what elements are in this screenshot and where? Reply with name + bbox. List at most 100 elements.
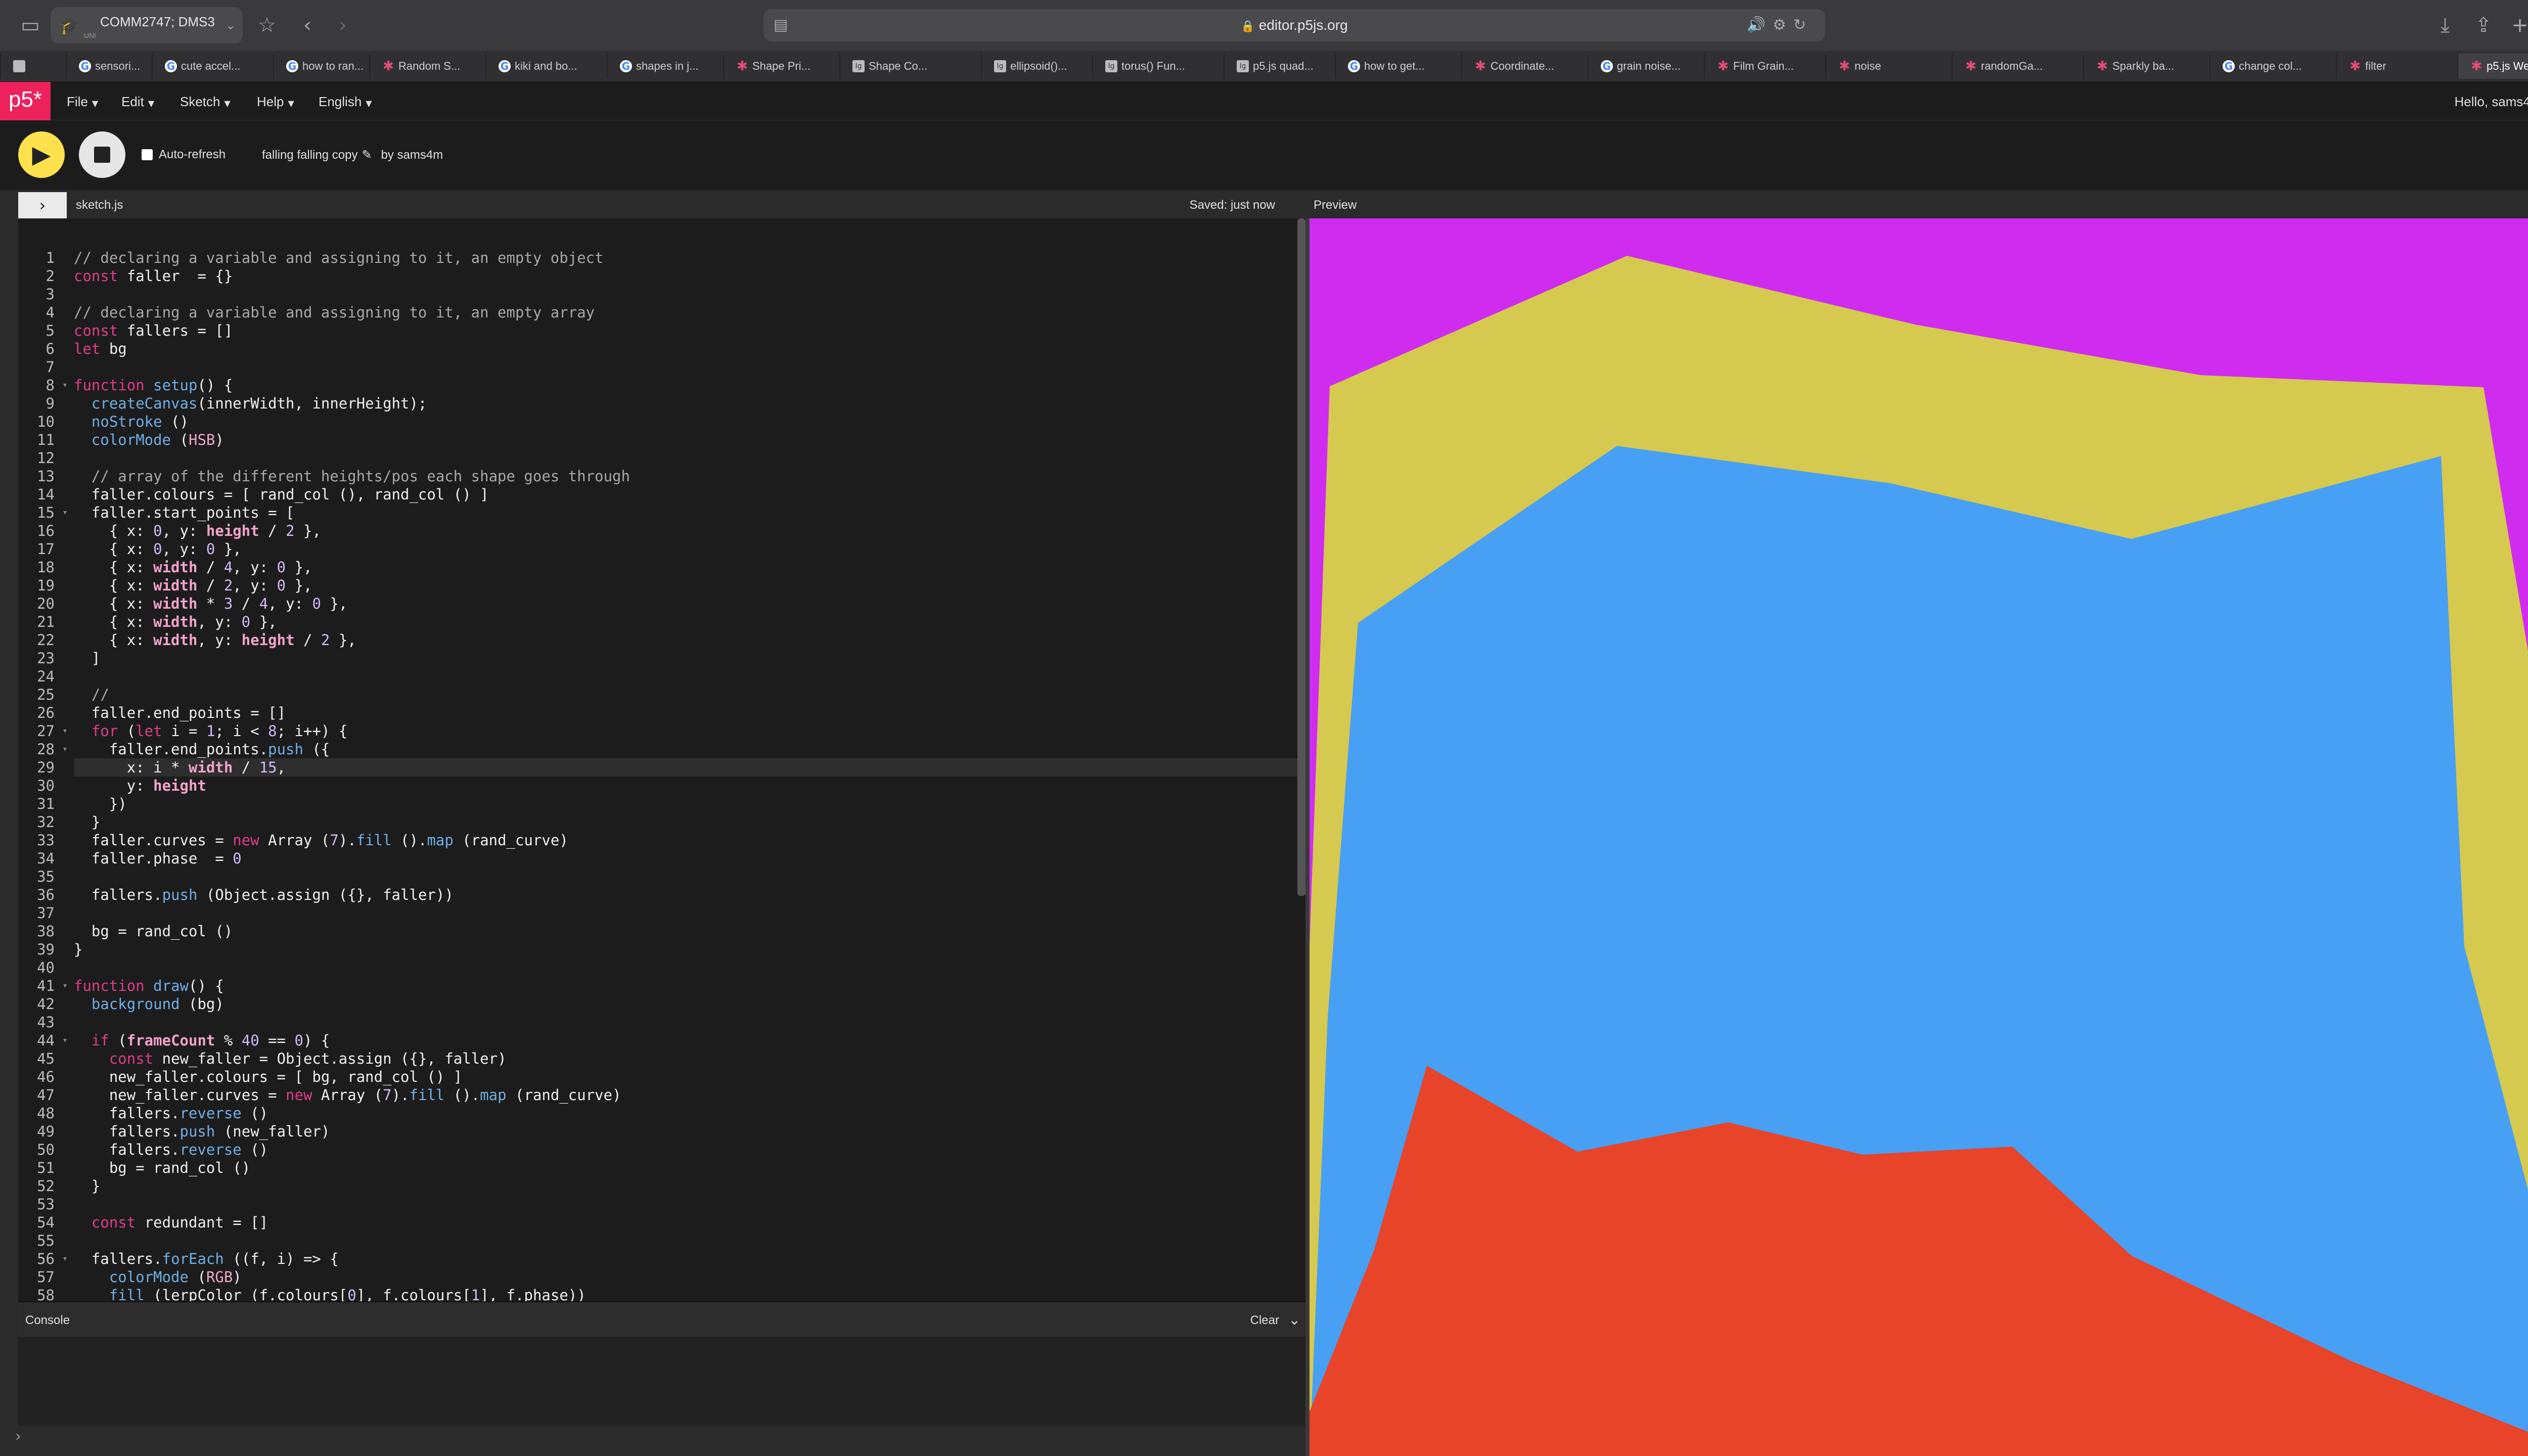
fold-arrow-icon[interactable]: ▾ [62,740,68,758]
browser-tab[interactable]: ✱ filter [2336,54,2457,79]
star-icon[interactable]: ☆ [255,13,279,37]
code-line[interactable]: bg = rand_col () [74,1159,1297,1177]
fold-arrow-icon[interactable]: ▾ [62,1250,68,1268]
code-line[interactable]: fallers.reverse () [74,1141,1297,1159]
code-line[interactable]: } [74,940,1297,959]
code-line[interactable]: noStroke () [74,413,1297,431]
browser-tab[interactable]: ✱ randomGa... [1952,54,2083,79]
code-line[interactable]: new_faller.curves = new Array (7).fill (… [74,1086,1297,1104]
chevron-down-icon[interactable]: ⌄ [1289,1311,1300,1328]
user-menu[interactable]: Hello, sams4m!▼ [2455,94,2528,110]
code-line[interactable]: const redundant = [] [74,1213,1297,1232]
code-line[interactable] [74,1232,1297,1250]
menu-edit[interactable]: Edit ▼ [121,94,154,110]
code-line[interactable]: const fallers = [] [74,322,1297,340]
code-line[interactable]: const faller = {} [74,267,1297,285]
code-line[interactable]: fill (lerpColor (f.colours[0], f.colours… [74,1286,1297,1301]
pencil-icon[interactable]: ✎ [362,148,372,162]
code-line[interactable]: { x: width / 2, y: 0 }, [74,576,1297,595]
code-line[interactable]: if (frameCount % 40 == 0) { [74,1031,1297,1050]
code-line[interactable]: }) [74,795,1297,813]
fold-arrow-icon[interactable]: ▾ [62,376,68,394]
code-line[interactable]: fallers.reverse () [74,1104,1297,1122]
code-line[interactable]: { x: width, y: 0 }, [74,613,1297,631]
code-line[interactable]: faller.curves = new Array (7).fill ().ma… [74,831,1297,849]
expand-sidebar-button[interactable]: › [18,192,67,218]
fold-arrow-icon[interactable]: ▾ [62,1031,68,1050]
menu-help[interactable]: Help ▼ [257,94,294,110]
code-line[interactable]: faller.colours = [ rand_col (), rand_col… [74,485,1297,504]
code-line[interactable] [74,904,1297,922]
code-line[interactable]: } [74,813,1297,831]
code-line[interactable]: faller.end_points.push ({ [74,740,1297,758]
p5-logo[interactable]: p5* [0,82,51,120]
menu-sketch[interactable]: Sketch ▼ [180,94,231,110]
browser-tab[interactable]: Gshapes in j... [607,54,723,79]
file-tab-name[interactable]: sketch.js [76,198,123,212]
code-line[interactable]: bg = rand_col () [74,922,1297,940]
code-line[interactable]: { x: 0, y: 0 }, [74,540,1297,558]
code-line[interactable] [74,1013,1297,1031]
sketch-title[interactable]: falling falling copy ✎ by sams4m [262,148,443,162]
play-button[interactable]: ▶ [18,131,65,178]
stop-button[interactable] [79,131,125,178]
code-line[interactable] [74,868,1297,886]
menu-language[interactable]: English ▼ [319,94,372,110]
code-line[interactable]: const new_faller = Object.assign ({}, fa… [74,1050,1297,1068]
translate-icon[interactable]: ⚙ [1773,16,1793,34]
code-line[interactable]: background (bg) [74,995,1297,1013]
browser-tab[interactable]: Ig ellipsoid()... [981,54,1092,79]
browser-tab[interactable]: Gsensori... [66,54,152,79]
browser-tab[interactable]: Ig Shape Co... [839,54,981,79]
browser-tab[interactable]: ✱ Coordinate... [1461,54,1588,79]
share-icon[interactable]: ⇪ [2471,13,2496,37]
browser-tab[interactable]: ✱ Shape Pri... [723,54,839,79]
browser-tab[interactable]: Gkiki and bo... [485,54,607,79]
browser-tab[interactable]: ✱ p5.js Web... [2457,54,2528,79]
console-prompt-icon[interactable]: › [15,1428,21,1445]
code-line[interactable] [74,959,1297,977]
code-line[interactable]: faller.end_points = [] [74,704,1297,722]
browser-tab[interactable]: ✱ Sparkly ba... [2083,54,2209,79]
code-line[interactable]: ] [74,649,1297,667]
code-line[interactable]: { x: width, y: height / 2 }, [74,631,1297,649]
code-line[interactable]: colorMode (RGB) [74,1268,1297,1286]
code-line[interactable]: x: i * width / 15, [74,758,1297,777]
code-line[interactable] [74,358,1297,376]
sidebar-icon[interactable]: ▭ [18,13,42,37]
new-tab-icon[interactable]: + [2508,13,2528,37]
address-bar[interactable]: ▤ 🔒 editor.p5js.org 🔊⚙↻ [763,9,1825,41]
code-line[interactable]: colorMode (HSB) [74,431,1297,449]
fold-arrow-icon[interactable]: ▾ [62,722,68,740]
code-lines[interactable]: // declaring a variable and assigning to… [74,249,1297,1301]
code-line[interactable]: y: height [74,777,1297,795]
code-line[interactable]: // [74,686,1297,704]
console-header[interactable]: Console Clear ⌄ [18,1301,1305,1337]
browser-tab[interactable]: Gchange col... [2209,54,2336,79]
editor-scrollbar[interactable] [1297,218,1305,896]
code-line[interactable]: new_faller.colours = [ bg, rand_col () ] [74,1068,1297,1086]
fold-arrow-icon[interactable]: ▾ [62,504,68,522]
code-line[interactable] [74,1195,1297,1213]
auto-refresh-toggle[interactable]: Auto-refresh [142,148,225,162]
download-icon[interactable]: ⤓ [2433,13,2457,37]
code-line[interactable]: faller.phase = 0 [74,849,1297,868]
speaker-icon[interactable]: 🔊 [1747,16,1773,34]
console-clear-button[interactable]: Clear [1250,1313,1279,1328]
code-line[interactable] [74,667,1297,686]
code-line[interactable]: // declaring a variable and assigning to… [74,249,1297,267]
browser-tab[interactable]: Ghow to get... [1335,54,1461,79]
browser-tab[interactable]: Gcute accel... [152,54,273,79]
auto-refresh-checkbox[interactable] [142,149,153,160]
browser-tab[interactable]: Ggrain noise... [1588,54,1704,79]
code-line[interactable]: fallers.forEach ((f, i) => { [74,1250,1297,1268]
browser-tab[interactable]: Ghow to ran... [273,54,369,79]
browser-tab[interactable]: Ig p5.js quad... [1224,54,1335,79]
code-line[interactable]: for (let i = 1; i < 8; i++) { [74,722,1297,740]
reload-icon[interactable]: ↻ [1793,16,1813,34]
fold-arrow-icon[interactable]: ▾ [62,977,68,995]
code-line[interactable]: // array of the different heights/pos ea… [74,467,1297,485]
menu-file[interactable]: File ▼ [67,94,98,110]
browser-tab[interactable]: Ig torus() Fun... [1092,54,1224,79]
forward-icon[interactable]: › [331,13,355,37]
